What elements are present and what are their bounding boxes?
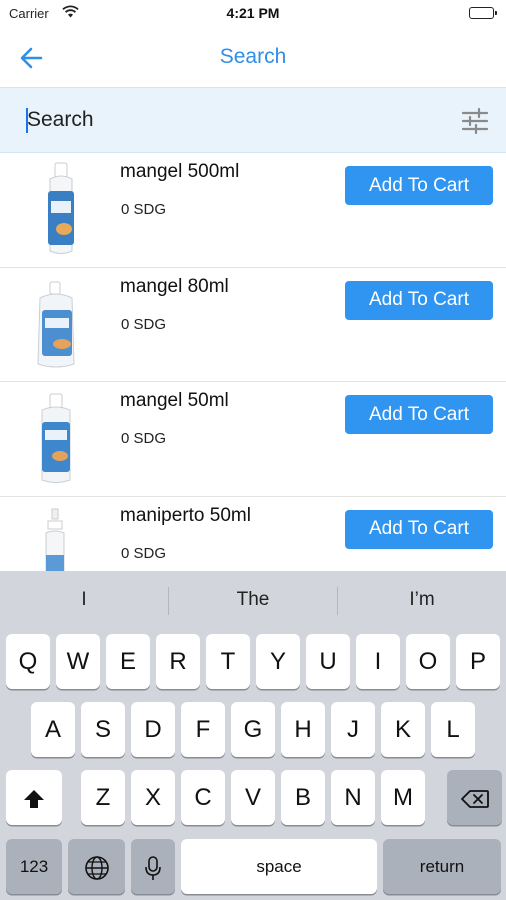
globe-icon (84, 855, 109, 880)
key-n[interactable]: N (331, 770, 375, 825)
shift-icon (24, 789, 44, 808)
product-name: maniperto 50ml (120, 504, 251, 526)
search-bar (0, 87, 506, 153)
key-d[interactable]: D (131, 702, 175, 757)
navigation-bar: Search (0, 28, 506, 86)
add-to-cart-button[interactable]: Add To Cart (345, 509, 493, 549)
product-row[interactable]: mangel 500ml 0 SDG Add To Cart (0, 153, 506, 268)
product-image (22, 161, 100, 259)
keyboard: I The I’m Q W E R T Y U I O P A S D F G … (0, 571, 506, 900)
key-g[interactable]: G (231, 702, 275, 757)
product-name: mangel 50ml (120, 390, 229, 411)
filter-button[interactable] (460, 106, 490, 136)
key-i[interactable]: I (356, 634, 400, 689)
key-r[interactable]: R (156, 634, 200, 689)
sliders-icon (461, 107, 489, 135)
battery-icon (469, 7, 497, 19)
add-to-cart-button[interactable]: Add To Cart (345, 395, 493, 434)
clock: 4:21 PM (226, 5, 280, 21)
product-row[interactable]: mangel 50ml 0 SDG Add To Cart (0, 382, 506, 497)
key-m[interactable]: M (381, 770, 425, 825)
suggestion-item[interactable]: The (169, 571, 337, 629)
key-c[interactable]: C (181, 770, 225, 825)
search-input[interactable] (27, 100, 427, 140)
key-o[interactable]: O (406, 634, 450, 689)
key-z[interactable]: Z (81, 770, 125, 825)
delete-key[interactable] (447, 770, 502, 825)
product-image (22, 276, 100, 374)
product-price: 0 SDG (121, 544, 167, 562)
globe-key[interactable] (68, 839, 125, 894)
product-image (22, 390, 100, 488)
product-image (22, 505, 100, 571)
key-t[interactable]: T (206, 634, 250, 689)
product-row[interactable]: maniperto 50ml 0 SDG Add To Cart (0, 497, 506, 571)
key-q[interactable]: Q (6, 634, 50, 689)
search-screen: Carrier 4:21 PM Search Search mangel 500… (0, 0, 506, 900)
backspace-icon (460, 789, 489, 808)
return-key[interactable]: return (383, 839, 501, 894)
space-key[interactable]: space (181, 839, 377, 894)
dictation-key[interactable] (131, 839, 175, 894)
status-bar: Carrier 4:21 PM (0, 0, 506, 28)
suggestion-item[interactable]: I’m (338, 571, 506, 629)
key-y[interactable]: Y (256, 634, 300, 689)
shift-key[interactable] (6, 770, 62, 825)
product-name: mangel 80ml (120, 275, 229, 297)
key-k[interactable]: K (381, 702, 425, 757)
product-price: 0 SDG (121, 201, 167, 218)
numbers-key[interactable]: 123 (6, 839, 62, 894)
key-j[interactable]: J (331, 702, 375, 757)
product-row[interactable]: mangel 80ml 0 SDG Add To Cart (0, 268, 506, 382)
key-b[interactable]: B (281, 770, 325, 825)
suggestion-item[interactable]: I (0, 571, 168, 629)
key-f[interactable]: F (181, 702, 225, 757)
key-u[interactable]: U (306, 634, 350, 689)
product-price: 0 SDG (121, 430, 167, 447)
key-p[interactable]: P (456, 634, 500, 689)
key-x[interactable]: X (131, 770, 175, 825)
key-e[interactable]: E (106, 634, 150, 689)
product-name: mangel 500ml (120, 161, 240, 182)
add-to-cart-button[interactable]: Add To Cart (345, 280, 493, 320)
key-w[interactable]: W (56, 634, 100, 689)
page-title: Search (219, 45, 287, 68)
key-l[interactable]: L (431, 702, 475, 757)
add-to-cart-button[interactable]: Add To Cart (345, 166, 493, 205)
key-s[interactable]: S (81, 702, 125, 757)
key-v[interactable]: V (231, 770, 275, 825)
product-list: mangel 500ml 0 SDG Add To Cart mangel 80… (0, 153, 506, 571)
microphone-icon (145, 855, 161, 880)
key-a[interactable]: A (31, 702, 75, 757)
key-h[interactable]: H (281, 702, 325, 757)
product-price: 0 SDG (121, 315, 167, 333)
suggestion-bar: I The I’m (0, 571, 506, 629)
